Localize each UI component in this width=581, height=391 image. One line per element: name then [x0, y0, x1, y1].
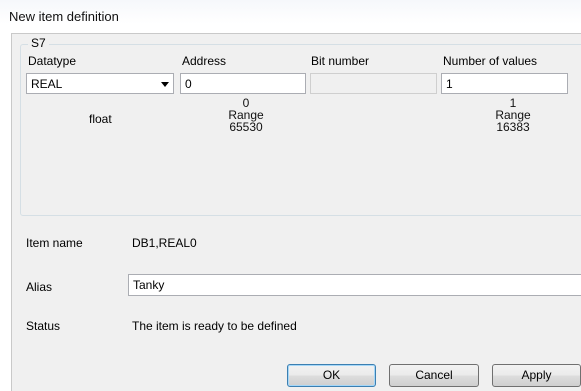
ok-button[interactable]: OK	[287, 364, 376, 387]
address-input[interactable]	[180, 73, 306, 94]
cancel-button[interactable]: Cancel	[389, 364, 479, 387]
bit-number-label: Bit number	[311, 54, 370, 68]
datatype-type-hint: float	[89, 112, 112, 126]
datatype-label: Datatype	[28, 54, 77, 68]
groupbox-title: S7	[28, 36, 49, 50]
window-title: New item definition	[9, 9, 119, 24]
datatype-dropdown[interactable]: REAL	[26, 73, 174, 94]
s7-groupbox: S7 Datatype Address Bit number Number of…	[20, 36, 581, 216]
chevron-down-icon[interactable]	[161, 82, 169, 87]
alias-input[interactable]	[128, 274, 581, 296]
number-of-values-input[interactable]	[441, 73, 568, 94]
item-name-value: DB1,REAL0	[132, 236, 197, 250]
number-of-values-label: Number of values	[443, 54, 538, 68]
number-of-values-max-value: 16383	[496, 120, 530, 134]
item-name-label: Item name	[26, 236, 83, 250]
address-range-info: 0 Range 65530	[206, 97, 286, 133]
bit-number-input[interactable]	[310, 73, 437, 94]
address-label: Address	[182, 54, 227, 68]
alias-label: Alias	[26, 280, 53, 294]
dialog-body: S7 Datatype Address Bit number Number of…	[11, 33, 581, 391]
new-item-definition-dialog: New item definition S7 Datatype Address …	[0, 0, 581, 391]
address-max-value: 65530	[229, 120, 263, 134]
apply-button[interactable]: Apply	[492, 364, 581, 387]
datatype-selected-value: REAL	[31, 77, 63, 91]
number-of-values-range-info: 1 Range 16383	[473, 97, 553, 133]
title-bar: New item definition	[0, 0, 581, 32]
status-label: Status	[26, 319, 61, 333]
status-message: The item is ready to be defined	[132, 319, 297, 333]
